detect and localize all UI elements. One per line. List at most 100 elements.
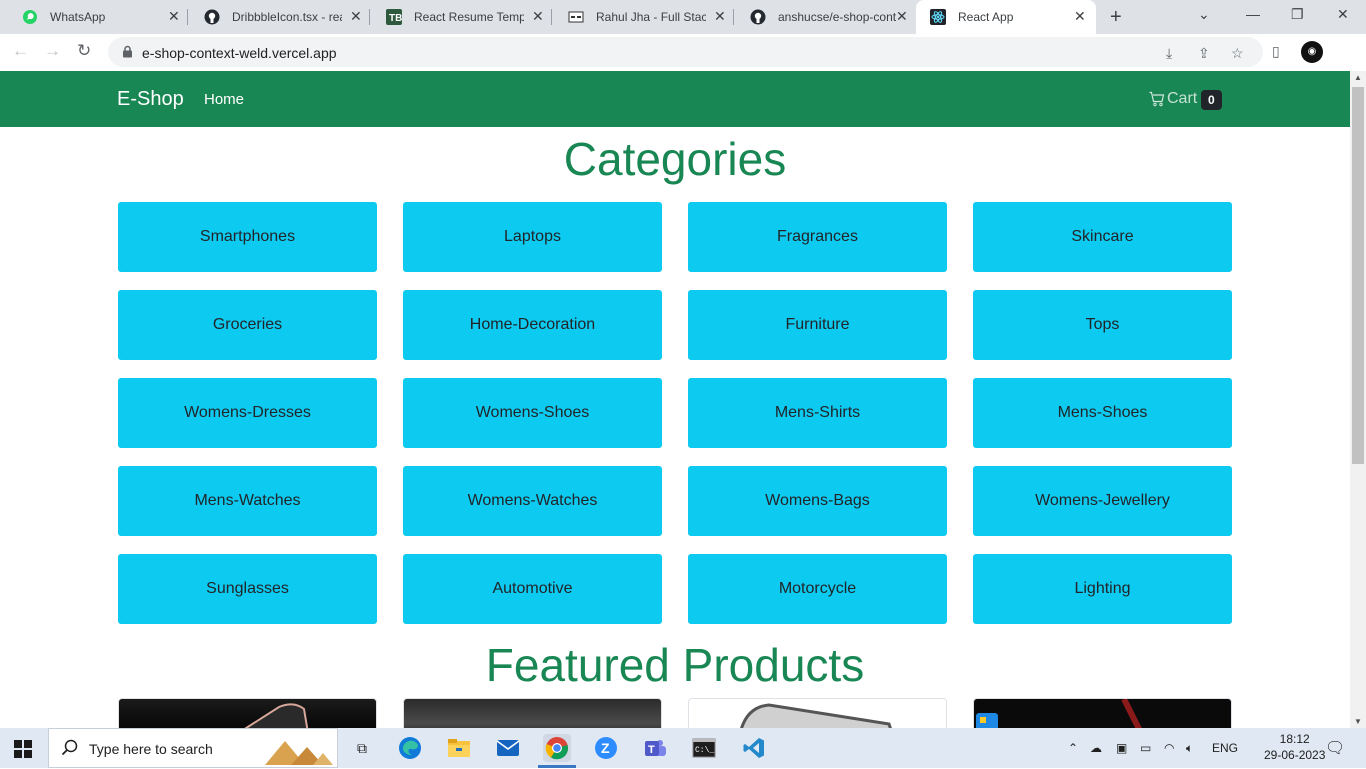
- close-icon[interactable]: ✕: [532, 8, 544, 25]
- search-placeholder: Type here to search: [89, 741, 213, 757]
- close-icon[interactable]: ✕: [168, 8, 180, 25]
- category-grid: Smartphones Laptops Fragrances Skincare …: [118, 202, 1232, 624]
- react-icon: [930, 9, 946, 25]
- notification-icon[interactable]: 🗨︎: [1325, 738, 1345, 758]
- reload-icon[interactable]: ↻: [77, 41, 91, 61]
- mail-icon[interactable]: [494, 734, 522, 762]
- scroll-down-arrow-icon[interactable]: ▼: [1354, 717, 1362, 726]
- taskbar-clock[interactable]: 18:12 29-06-2023: [1264, 731, 1325, 763]
- teams-icon[interactable]: T: [641, 734, 669, 762]
- battery-icon[interactable]: ▭: [1140, 741, 1151, 755]
- task-view-icon[interactable]: ⧉: [348, 734, 376, 762]
- product-card[interactable]: [118, 698, 377, 728]
- chrome-icon[interactable]: [543, 734, 571, 762]
- category-button[interactable]: Mens-Watches: [118, 466, 377, 536]
- category-button[interactable]: Mens-Shirts: [688, 378, 947, 448]
- profile-avatar[interactable]: ◉: [1301, 41, 1323, 63]
- share-icon[interactable]: ⇪: [1198, 45, 1210, 62]
- cart-link[interactable]: Cart: [1149, 90, 1197, 108]
- side-panel-icon[interactable]: ▯: [1272, 43, 1280, 60]
- back-arrow-icon[interactable]: ←: [12, 41, 29, 61]
- install-app-icon[interactable]: ⤓: [1166, 45, 1172, 62]
- pyramids-icon: [265, 741, 333, 765]
- category-button[interactable]: Groceries: [118, 290, 377, 360]
- tab-react-resume[interactable]: TB React Resume Templat ✕: [372, 0, 552, 34]
- wifi-icon[interactable]: ◠: [1164, 741, 1174, 755]
- category-button[interactable]: Skincare: [973, 202, 1232, 272]
- svg-text:TB: TB: [389, 13, 402, 24]
- tab-whatsapp[interactable]: WhatsApp ✕: [8, 0, 188, 34]
- category-button[interactable]: Womens-Jewellery: [973, 466, 1232, 536]
- category-button[interactable]: Home-Decoration: [403, 290, 662, 360]
- site-navbar: E-Shop Home Cart 0: [0, 71, 1350, 127]
- restore-icon[interactable]: ❐: [1291, 6, 1304, 23]
- product-image: [404, 699, 662, 728]
- show-hidden-icons-chevron-icon[interactable]: ⌃: [1068, 741, 1078, 755]
- svg-text:C:\_: C:\_: [695, 746, 714, 755]
- nav-home-link[interactable]: Home: [204, 91, 244, 108]
- page-scrollbar[interactable]: ▲ ▼: [1350, 71, 1366, 728]
- category-button[interactable]: Laptops: [403, 202, 662, 272]
- featured-products-heading: Featured Products: [485, 639, 865, 691]
- tab-react-app[interactable]: React App ✕: [916, 0, 1096, 34]
- tab-title: anshucse/e-shop-cont: [778, 10, 897, 24]
- tab-github-eshop[interactable]: anshucse/e-shop-cont ✕: [736, 0, 916, 34]
- clock-date: 29-06-2023: [1264, 748, 1326, 762]
- category-button[interactable]: Fragrances: [688, 202, 947, 272]
- search-icon: [61, 739, 78, 756]
- terminal-icon[interactable]: C:\_: [690, 734, 718, 762]
- scroll-up-arrow-icon[interactable]: ▲: [1354, 73, 1362, 82]
- github-icon: [750, 9, 766, 25]
- product-card[interactable]: [403, 698, 662, 728]
- taskbar-search-box[interactable]: Type here to search: [48, 728, 338, 768]
- language-indicator[interactable]: ENG: [1212, 741, 1238, 755]
- site-icon: [568, 11, 584, 23]
- browser-toolbar: ← → ↻ e-shop-context-weld.vercel.app ⤓ ⇪…: [0, 34, 1366, 72]
- product-card[interactable]: [973, 698, 1232, 728]
- url-text[interactable]: e-shop-context-weld.vercel.app: [142, 45, 337, 61]
- category-button[interactable]: Womens-Watches: [403, 466, 662, 536]
- whatsapp-icon: [23, 10, 37, 24]
- close-icon[interactable]: ✕: [896, 8, 908, 25]
- forward-arrow-icon[interactable]: →: [44, 41, 61, 61]
- new-tab-plus-icon[interactable]: +: [1110, 6, 1122, 29]
- category-button[interactable]: Lighting: [973, 554, 1232, 624]
- zoom-icon[interactable]: Z: [592, 734, 620, 762]
- category-button[interactable]: Tops: [973, 290, 1232, 360]
- close-icon[interactable]: ✕: [1074, 8, 1086, 25]
- close-icon[interactable]: ✕: [350, 8, 362, 25]
- category-button[interactable]: Womens-Dresses: [118, 378, 377, 448]
- featured-products-row: [118, 698, 1232, 728]
- category-button[interactable]: Furniture: [688, 290, 947, 360]
- category-button[interactable]: Womens-Bags: [688, 466, 947, 536]
- window-close-icon[interactable]: ✕: [1337, 6, 1349, 23]
- brand-logo[interactable]: E-Shop: [117, 88, 184, 111]
- cart-icon: [1149, 91, 1165, 107]
- browser-tab-strip: WhatsApp ✕ DribbbleIcon.tsx - reac ✕ TB …: [0, 0, 1366, 34]
- tab-github-dribbble[interactable]: DribbbleIcon.tsx - reac ✕: [190, 0, 370, 34]
- close-icon[interactable]: ✕: [714, 8, 726, 25]
- file-explorer-icon[interactable]: [445, 734, 473, 762]
- bookmark-star-icon[interactable]: ☆: [1231, 45, 1244, 62]
- category-button[interactable]: Smartphones: [118, 202, 377, 272]
- tab-search-chevron-icon[interactable]: ⌄: [1198, 6, 1210, 23]
- category-button[interactable]: Womens-Shoes: [403, 378, 662, 448]
- category-button[interactable]: Sunglasses: [118, 554, 377, 624]
- minimize-icon[interactable]: —: [1246, 6, 1260, 22]
- tab-rahul-jha[interactable]: Rahul Jha - Full Stack ✕: [554, 0, 734, 34]
- category-button[interactable]: Mens-Shoes: [973, 378, 1232, 448]
- scrollbar-thumb[interactable]: [1352, 87, 1364, 464]
- product-card[interactable]: [688, 698, 947, 728]
- meet-now-icon[interactable]: ▣: [1116, 741, 1127, 755]
- edge-icon[interactable]: [396, 734, 424, 762]
- address-bar[interactable]: e-shop-context-weld.vercel.app ⤓ ⇪ ☆: [108, 37, 1263, 67]
- category-button[interactable]: Automotive: [403, 554, 662, 624]
- category-button[interactable]: Motorcycle: [688, 554, 947, 624]
- windows-start-icon[interactable]: [14, 740, 32, 758]
- lock-icon[interactable]: [122, 45, 133, 58]
- tab-title: React App: [958, 10, 1014, 24]
- volume-icon[interactable]: 🔈︎: [1186, 741, 1193, 756]
- svg-text:T: T: [648, 744, 655, 756]
- onedrive-cloud-icon[interactable]: ☁: [1090, 741, 1102, 755]
- vscode-icon[interactable]: [740, 734, 768, 762]
